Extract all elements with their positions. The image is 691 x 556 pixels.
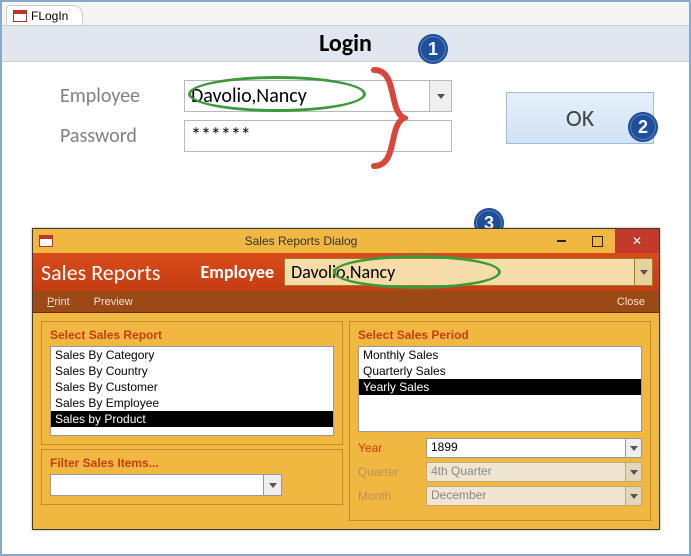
- employee-combo[interactable]: Davolio,Nancy: [184, 80, 452, 112]
- login-header: Login: [2, 26, 689, 62]
- dialog-title: Sales Reports Dialog: [59, 234, 543, 248]
- dialog-employee-dropdown-button[interactable]: [634, 259, 652, 285]
- form-icon: [39, 235, 53, 247]
- list-item[interactable]: Quarterly Sales: [359, 363, 641, 379]
- login-form: Employee Davolio,Nancy Password ****** O…: [2, 62, 689, 202]
- filter-combo[interactable]: [50, 474, 282, 496]
- list-item[interactable]: Sales By Customer: [51, 379, 333, 395]
- period-listbox[interactable]: Monthly Sales Quarterly Sales Yearly Sal…: [358, 346, 642, 432]
- list-item[interactable]: Sales by Product: [51, 411, 333, 427]
- minimize-button[interactable]: [543, 229, 579, 253]
- filter-dropdown-button[interactable]: [263, 475, 281, 495]
- employee-dropdown-button[interactable]: [429, 81, 451, 111]
- ok-label: OK: [566, 104, 594, 133]
- month-combo: December: [426, 486, 642, 506]
- ribbon-print[interactable]: Print: [47, 296, 70, 308]
- ribbon-preview[interactable]: Preview: [94, 296, 133, 308]
- period-panel-title: Select Sales Period: [358, 328, 642, 342]
- report-panel: Select Sales Report Sales By Category Sa…: [41, 321, 343, 445]
- annotation-2: 2: [628, 112, 658, 142]
- quarter-combo: 4th Quarter: [426, 462, 642, 482]
- sales-reports-dialog: Sales Reports Dialog Sales Reports Emplo…: [32, 228, 660, 530]
- chevron-down-icon: [630, 494, 638, 499]
- dialog-employee-value: Davolio,Nancy: [285, 259, 634, 285]
- employee-label: Employee: [60, 84, 184, 108]
- form-icon: [13, 10, 27, 22]
- login-title: Login: [319, 29, 372, 58]
- annotation-1: 1: [418, 34, 448, 64]
- close-button[interactable]: [615, 229, 659, 253]
- quarter-label: Quarter: [358, 465, 418, 479]
- month-label: Month: [358, 489, 418, 503]
- report-panel-title: Select Sales Report: [50, 328, 334, 342]
- dialog-title-bar[interactable]: Sales Reports Dialog: [33, 229, 659, 253]
- password-label: Password: [60, 124, 184, 148]
- employee-value: Davolio,Nancy: [185, 81, 429, 111]
- dialog-header-title: Sales Reports: [41, 259, 161, 286]
- report-listbox[interactable]: Sales By Category Sales By Country Sales…: [50, 346, 334, 436]
- list-item[interactable]: Monthly Sales: [359, 347, 641, 363]
- year-value: 1899: [427, 439, 625, 457]
- list-item[interactable]: Yearly Sales: [359, 379, 641, 395]
- chevron-down-icon: [630, 446, 638, 451]
- quarter-dropdown-button: [625, 463, 641, 481]
- dialog-body: Select Sales Report Sales By Category Sa…: [33, 313, 659, 529]
- year-label: Year: [358, 441, 418, 455]
- dialog-header: Sales Reports Employee Davolio,Nancy: [33, 253, 659, 291]
- list-item[interactable]: Sales By Country: [51, 363, 333, 379]
- period-panel: Select Sales Period Monthly Sales Quarte…: [349, 321, 651, 521]
- chevron-down-icon: [640, 270, 648, 275]
- tab-flogin[interactable]: FLogIn: [6, 5, 83, 25]
- quarter-value: 4th Quarter: [427, 463, 625, 481]
- ribbon-close[interactable]: Close: [617, 296, 645, 308]
- filter-panel-title: Filter Sales Items...: [50, 456, 334, 470]
- dialog-employee-label: Employee: [201, 261, 275, 283]
- password-value: ******: [191, 124, 251, 148]
- month-dropdown-button: [625, 487, 641, 505]
- maximize-button[interactable]: [579, 229, 615, 253]
- chevron-down-icon: [630, 470, 638, 475]
- filter-value: [51, 475, 263, 495]
- tab-label: FLogIn: [31, 9, 68, 23]
- year-combo[interactable]: 1899: [426, 438, 642, 458]
- list-item[interactable]: Sales By Employee: [51, 395, 333, 411]
- dialog-ribbon: Print Preview Close: [33, 291, 659, 313]
- filter-panel: Filter Sales Items...: [41, 449, 343, 505]
- password-input[interactable]: ******: [184, 120, 452, 152]
- chevron-down-icon: [437, 94, 445, 99]
- tab-bar: FLogIn: [2, 2, 689, 26]
- chevron-down-icon: [269, 483, 277, 488]
- dialog-employee-combo[interactable]: Davolio,Nancy: [284, 258, 653, 286]
- month-value: December: [427, 487, 625, 505]
- list-item[interactable]: Sales By Category: [51, 347, 333, 363]
- year-dropdown-button[interactable]: [625, 439, 641, 457]
